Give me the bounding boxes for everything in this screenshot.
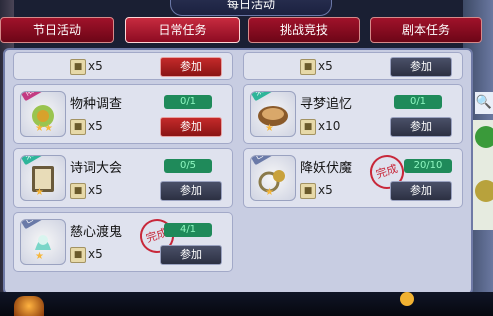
progress-badge: 4/1 — [164, 223, 212, 237]
progress-badge: 0/1 — [164, 95, 212, 109]
activity-icon: 已结束 ★ — [20, 219, 66, 265]
star-rating: ★★ — [35, 123, 53, 134]
activity-icon: 未开始 ★ — [250, 91, 296, 137]
ticket-icon: ■ — [300, 59, 316, 75]
ticket-icon: ■ — [300, 183, 316, 199]
activity-icon: 未开始 ★ — [20, 155, 66, 201]
activity-card: ■ x5 参加 — [13, 52, 233, 80]
star-rating: ★ — [35, 251, 44, 262]
activity-icon: 限时开放 ★★ — [20, 91, 66, 137]
join-button[interactable]: 参加 — [160, 117, 222, 137]
progress-badge: 20/10 — [404, 159, 452, 173]
progress-badge: 0/5 — [164, 159, 212, 173]
join-button[interactable]: 参加 — [160, 245, 222, 265]
ticket-icon: ■ — [70, 59, 86, 75]
join-button[interactable]: 参加 — [160, 181, 222, 201]
activity-count: x5 — [318, 59, 333, 73]
activity-name: 慈心渡鬼 — [70, 225, 123, 240]
search-icon[interactable]: 🔍 — [475, 92, 493, 114]
activity-card-ghost-salvation: 已结束 ★ 慈心渡鬼 完成 4/1 ■ x5 参加 — [13, 212, 233, 272]
side-item-icon[interactable] — [475, 180, 493, 202]
activity-card: ■ x5 参加 — [243, 52, 463, 80]
join-button[interactable]: 参加 — [390, 181, 452, 201]
activity-card-demon-subduing: 已结束 ★ 降妖伏魔 完成 20/10 ■ x5 参加 — [243, 148, 463, 208]
tab-daily[interactable]: 日常任务 — [125, 17, 240, 43]
join-button[interactable]: 参加 — [160, 57, 222, 77]
tab-script[interactable]: 剧本任务 — [370, 17, 482, 43]
side-item-icon[interactable] — [475, 126, 493, 148]
activity-card-poetry: 未开始 ★ 诗词大会 0/5 ■ x5 参加 — [13, 148, 233, 208]
join-button[interactable]: 参加 — [390, 57, 452, 77]
ticket-icon: ■ — [70, 119, 86, 135]
activity-panel: ■ x5 参加 ■ x5 参加 限时开放 ★★ 物种调查 0/1 ■ x5 参加… — [3, 48, 473, 295]
activity-name: 诗词大会 — [70, 161, 123, 176]
tab-bar: 节日活动 日常任务 挑战竞技 剧本任务 — [0, 17, 493, 43]
activity-name: 寻梦追忆 — [300, 97, 353, 112]
page-title: 每日活动 — [170, 0, 332, 16]
activity-count: x5 — [318, 183, 333, 197]
activity-name: 降妖伏魔 — [300, 161, 353, 176]
activity-card-dream-memory: 未开始 ★ 寻梦追忆 0/1 ■ x10 参加 — [243, 84, 463, 144]
join-button[interactable]: 参加 — [390, 117, 452, 137]
tab-challenge[interactable]: 挑战竞技 — [248, 17, 360, 43]
gold-icon — [400, 292, 414, 306]
activity-count: x5 — [88, 59, 103, 73]
activity-count: x5 — [88, 119, 103, 133]
activity-count: x5 — [88, 183, 103, 197]
activity-name: 物种调查 — [70, 97, 123, 112]
star-rating: ★ — [265, 187, 274, 198]
activity-count: x5 — [88, 247, 103, 261]
bottom-bar — [0, 292, 493, 316]
activity-icon: 已结束 ★ — [250, 155, 296, 201]
activity-count: x10 — [318, 119, 341, 133]
ticket-icon: ■ — [70, 247, 86, 263]
tab-festival[interactable]: 节日活动 — [0, 17, 114, 43]
progress-badge: 0/1 — [394, 95, 442, 109]
star-rating: ★ — [35, 187, 44, 198]
activity-card-species-survey: 限时开放 ★★ 物种调查 0/1 ■ x5 参加 — [13, 84, 233, 144]
menu-orb-icon[interactable] — [14, 296, 44, 316]
star-rating: ★ — [265, 123, 274, 134]
ticket-icon: ■ — [70, 183, 86, 199]
ticket-icon: ■ — [300, 119, 316, 135]
